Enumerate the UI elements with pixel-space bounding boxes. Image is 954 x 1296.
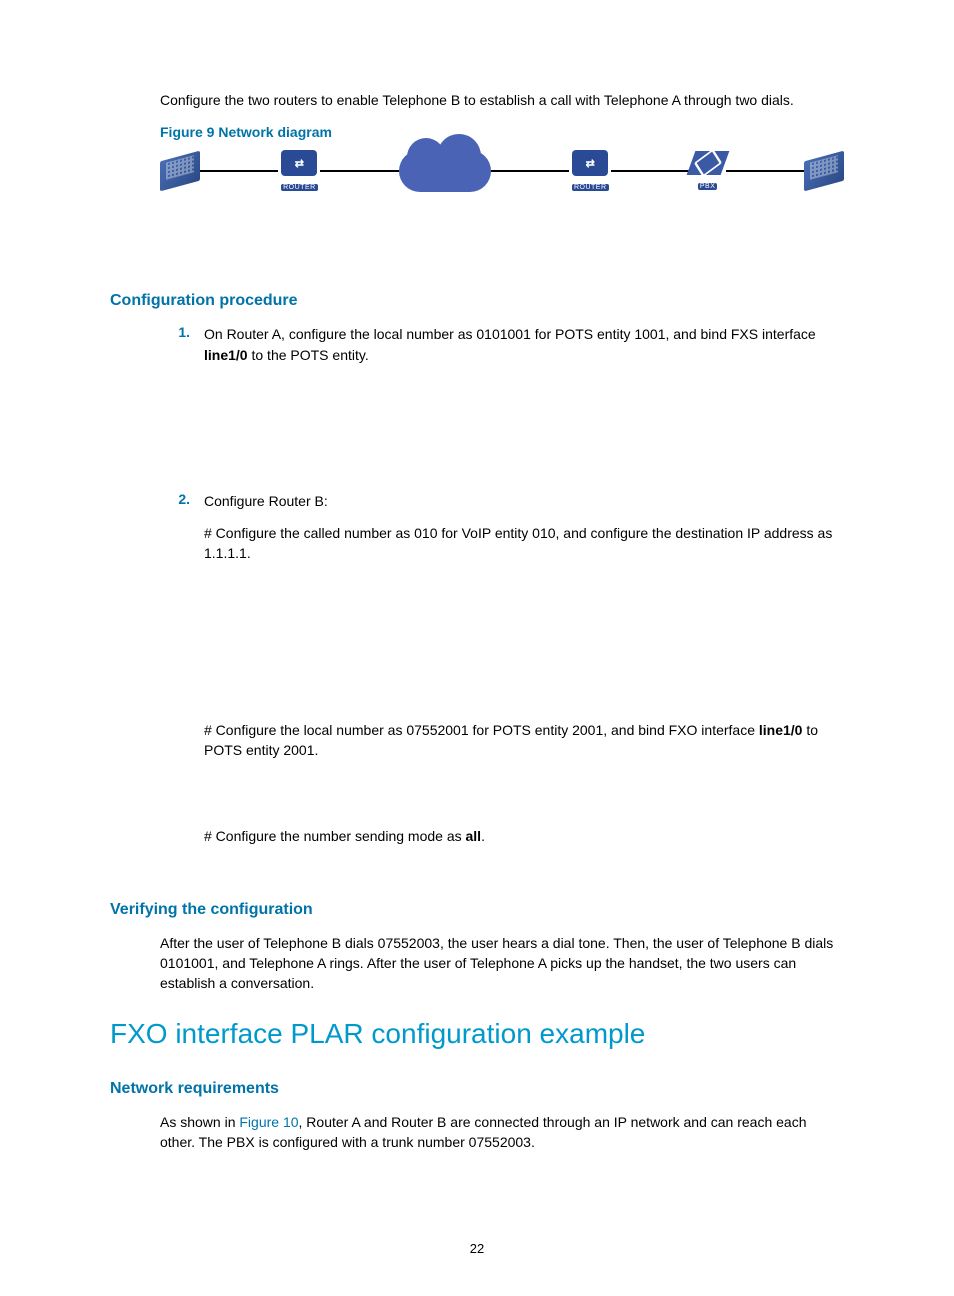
sub-step-text: # Configure the number sending mode as a…: [204, 820, 844, 846]
router-a-icon: ⇄ ROUTER: [278, 150, 320, 192]
router-label: ROUTER: [572, 184, 609, 191]
figure-caption: Figure 9 Network diagram: [160, 124, 844, 140]
list-item-text: On Router A, configure the local number …: [204, 324, 844, 365]
connector-line: [726, 170, 804, 172]
router-arrows-icon: ⇄: [281, 150, 317, 176]
heading-configuration-procedure: Configuration procedure: [110, 292, 844, 310]
sub-step-text: # Configure the local number as 07552001…: [204, 714, 844, 761]
ip-network-cloud-icon: [399, 150, 491, 192]
list-number: 1.: [160, 324, 204, 365]
verify-paragraph: After the user of Telephone B dials 0755…: [160, 933, 844, 994]
sub-step-text: # Configure the called number as 010 for…: [204, 517, 844, 564]
pbx-label: PBX: [698, 183, 718, 190]
router-b-icon: ⇄ ROUTER: [569, 150, 611, 192]
network-diagram: ⇄ ROUTER ⇄ ROUTER PBX: [160, 150, 844, 192]
connector-line: [200, 170, 278, 172]
figure-10-link[interactable]: Figure 10: [239, 1114, 298, 1130]
pbx-icon: PBX: [690, 151, 726, 191]
heading-fxo-plar-example: FXO interface PLAR configuration example: [110, 1018, 844, 1050]
page-number: 22: [0, 1241, 954, 1256]
connector-line: [491, 170, 569, 172]
telephone-b-icon: [804, 151, 844, 192]
heading-verifying-configuration: Verifying the configuration: [110, 901, 844, 919]
router-label: ROUTER: [281, 184, 318, 191]
heading-network-requirements: Network requirements: [110, 1080, 844, 1098]
list-number: 2.: [160, 491, 204, 511]
list-item: 1. On Router A, configure the local numb…: [160, 324, 844, 365]
list-item-text: Configure Router B:: [204, 491, 844, 511]
telephone-a-icon: [160, 151, 200, 192]
intro-paragraph: Configure the two routers to enable Tele…: [160, 90, 844, 110]
netreq-paragraph: As shown in Figure 10, Router A and Rout…: [160, 1112, 844, 1153]
connector-line: [611, 170, 689, 172]
router-arrows-icon: ⇄: [572, 150, 608, 176]
connector-line: [320, 170, 398, 172]
list-item: 2. Configure Router B:: [160, 491, 844, 511]
